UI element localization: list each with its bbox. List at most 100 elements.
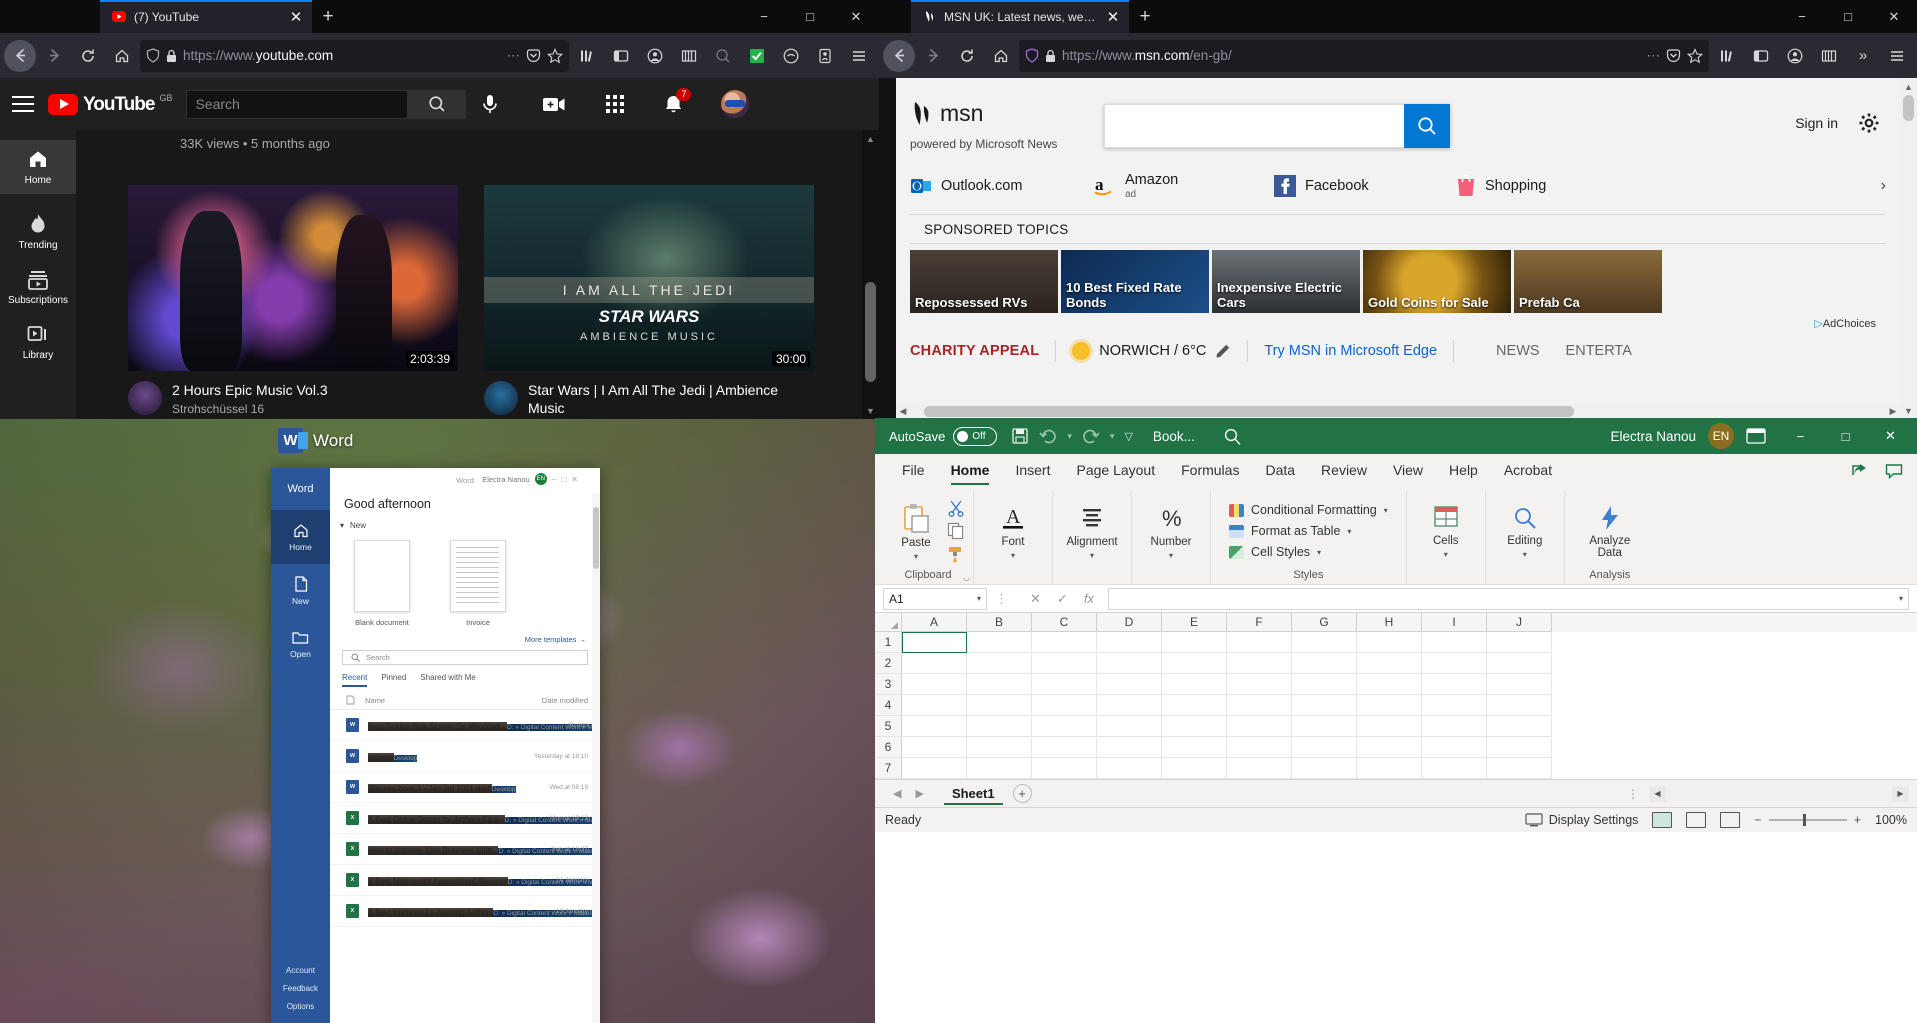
tab-help[interactable]: Help: [1436, 454, 1491, 487]
cell-g7[interactable]: [1292, 758, 1357, 779]
weather-widget[interactable]: NORWICH / 6°C: [1072, 342, 1231, 360]
cell-h6[interactable]: [1357, 737, 1422, 758]
cell-h4[interactable]: [1357, 695, 1422, 716]
cell-h2[interactable]: [1357, 653, 1422, 674]
column-header-a[interactable]: A: [902, 613, 967, 632]
analyze-data-button[interactable]: Analyze Data: [1579, 504, 1641, 559]
list-item[interactable]: X X Best Online Stores for Archery Equi.…: [330, 803, 600, 834]
enter-formula-icon[interactable]: ✓: [1057, 591, 1068, 607]
sponsored-tile[interactable]: Gold Coins for Sale: [1363, 250, 1511, 313]
channel-avatar[interactable]: [484, 381, 518, 415]
row-header-6[interactable]: 6: [875, 737, 902, 758]
chevron-down-icon[interactable]: ▾: [340, 521, 344, 530]
maximize-button[interactable]: □: [1825, 0, 1871, 33]
search-button[interactable]: [407, 91, 465, 118]
cell-a2[interactable]: [902, 653, 967, 674]
account-icon[interactable]: [639, 40, 671, 72]
rail-item-new[interactable]: New: [271, 564, 330, 618]
cell-d7[interactable]: [1097, 758, 1162, 779]
paste-button[interactable]: Paste ▾: [891, 502, 941, 561]
minimize-button[interactable]: −: [1779, 0, 1825, 33]
cell-f4[interactable]: [1227, 695, 1292, 716]
extension-circle-icon[interactable]: [775, 40, 807, 72]
tab-home[interactable]: Home: [938, 454, 1003, 487]
restore-button[interactable]: □: [561, 475, 566, 484]
close-button[interactable]: ✕: [1871, 0, 1917, 33]
msn-url-bar[interactable]: https://www.msn.com/en-gb/ ⋯: [1019, 40, 1709, 72]
back-button[interactable]: [4, 40, 36, 72]
cell-j7[interactable]: [1487, 758, 1552, 779]
column-header-g[interactable]: G: [1292, 613, 1357, 632]
cell-f6[interactable]: [1227, 737, 1292, 758]
avatar[interactable]: EN: [1708, 423, 1734, 449]
sidebar-item-trending[interactable]: Trending: [0, 213, 76, 251]
page-break-view-button[interactable]: [1720, 812, 1740, 828]
new-tab-button[interactable]: +: [1129, 0, 1161, 33]
video-card-2[interactable]: I AM ALL THE JEDI STAR WARS AMBIENCE MUS…: [484, 185, 814, 417]
cell-i3[interactable]: [1422, 674, 1487, 695]
reload-icon[interactable]: [72, 40, 104, 72]
home-icon[interactable]: [985, 40, 1017, 72]
zoom-icon[interactable]: [707, 40, 739, 72]
edit-pencil-icon[interactable]: [1215, 343, 1231, 359]
voice-search-icon[interactable]: [480, 93, 500, 115]
workbook-name[interactable]: Book...: [1153, 429, 1195, 444]
more-templates-link[interactable]: More templates →: [330, 627, 600, 644]
cell-j1[interactable]: [1487, 632, 1552, 653]
comments-icon[interactable]: [1885, 463, 1903, 479]
cell-a5[interactable]: [902, 716, 967, 737]
cell-d2[interactable]: [1097, 653, 1162, 674]
cell-c4[interactable]: [1032, 695, 1097, 716]
cells-button[interactable]: Cells ▾: [1421, 504, 1471, 559]
guide-menu-icon[interactable]: [12, 96, 34, 112]
try-msn-edge-link[interactable]: Try MSN in Microsoft Edge: [1264, 343, 1437, 359]
tab-page-layout[interactable]: Page Layout: [1063, 454, 1168, 487]
chevron-down-icon[interactable]: ▾: [977, 594, 981, 603]
cell-i6[interactable]: [1422, 737, 1487, 758]
sheet-tab-sheet1[interactable]: Sheet1: [944, 783, 1003, 805]
scrollbar-thumb[interactable]: [1903, 95, 1914, 121]
scrollbar-thumb[interactable]: [593, 507, 599, 569]
zoom-slider[interactable]: − +: [1754, 813, 1861, 827]
dialog-launcher-icon[interactable]: ◡: [963, 573, 970, 582]
row-header-2[interactable]: 2: [875, 653, 902, 674]
quicklink-facebook[interactable]: Facebook: [1274, 175, 1456, 197]
sponsored-tile[interactable]: Repossessed RVs: [910, 250, 1058, 313]
maximize-button[interactable]: □: [787, 0, 833, 33]
cell-f5[interactable]: [1227, 716, 1292, 737]
close-button[interactable]: ✕: [571, 475, 578, 484]
search-button[interactable]: [1404, 104, 1450, 148]
column-header-c[interactable]: C: [1032, 613, 1097, 632]
previous-sheet-icon[interactable]: ◀: [893, 787, 901, 800]
word-vertical-scrollbar[interactable]: [592, 493, 600, 1023]
cell-a6[interactable]: [902, 737, 967, 758]
grid-icon[interactable]: [673, 40, 705, 72]
pocket-icon[interactable]: [526, 48, 541, 63]
app-menu-icon[interactable]: [1881, 40, 1913, 72]
close-button[interactable]: ✕: [833, 0, 879, 33]
column-header-h[interactable]: H: [1357, 613, 1422, 632]
cell-a1[interactable]: [902, 632, 967, 653]
save-icon[interactable]: [1011, 427, 1029, 445]
bookmark-star-icon[interactable]: [1687, 48, 1703, 64]
row-header-7[interactable]: 7: [875, 758, 902, 779]
word-search-box[interactable]: Search: [342, 650, 588, 665]
scrollbar-thumb[interactable]: [865, 282, 876, 382]
template-blank-document[interactable]: Blank document: [354, 540, 410, 627]
search-icon[interactable]: [1223, 427, 1242, 446]
cell-j4[interactable]: [1487, 695, 1552, 716]
rail-item-home[interactable]: Home: [271, 510, 330, 564]
msn-vertical-scrollbar[interactable]: ▲ ▼: [1900, 78, 1917, 419]
grid-icon[interactable]: [1813, 40, 1845, 72]
alignment-button[interactable]: Alignment ▾: [1067, 503, 1117, 560]
list-item[interactable]: X How to Improve Your Business With...D:…: [330, 834, 600, 865]
template-invoice[interactable]: Invoice: [450, 540, 506, 627]
tab-insert[interactable]: Insert: [1002, 454, 1063, 487]
chevron-down-icon[interactable]: ▾: [914, 552, 918, 561]
page-layout-view-button[interactable]: [1686, 812, 1706, 828]
cell-i7[interactable]: [1422, 758, 1487, 779]
autosave-toggle[interactable]: Off: [953, 427, 997, 446]
cell-d4[interactable]: [1097, 695, 1162, 716]
channel-avatar[interactable]: [128, 381, 162, 415]
row-header-4[interactable]: 4: [875, 695, 902, 716]
